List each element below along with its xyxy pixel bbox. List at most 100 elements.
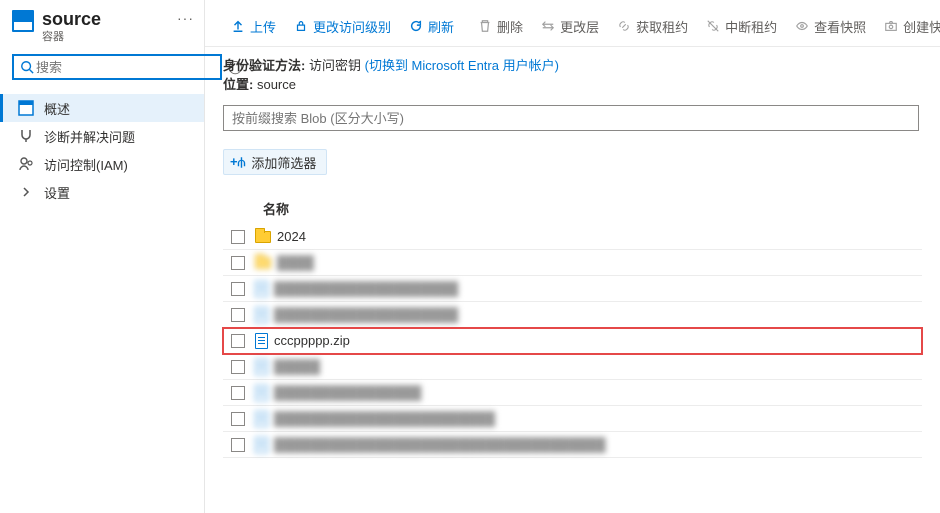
blob-prefix-input[interactable]	[223, 105, 919, 131]
sidebar-item-label: 设置	[44, 183, 70, 202]
table-row[interactable]: ████████████████	[223, 380, 922, 406]
file-item[interactable]: ████████████████████	[255, 281, 458, 297]
refresh-button[interactable]: 刷新	[401, 12, 462, 40]
lock-icon	[294, 19, 308, 33]
search-input[interactable]	[34, 59, 214, 76]
diagnose-icon	[18, 128, 34, 144]
row-checkbox[interactable]	[231, 412, 245, 426]
refresh-icon	[409, 19, 423, 33]
view-snapshot-button[interactable]: 查看快照	[787, 12, 874, 40]
table-row[interactable]: ████████████████████████	[223, 406, 922, 432]
sidebar-item-settings[interactable]: 设置	[0, 178, 204, 206]
row-checkbox[interactable]	[231, 256, 245, 270]
file-item[interactable]: █████	[255, 359, 320, 375]
table-row[interactable]: ████████████████████████████████████	[223, 432, 922, 458]
row-name: ████████████████████████████████████	[274, 437, 606, 452]
file-item[interactable]: ████████████████████████	[255, 411, 495, 427]
row-checkbox[interactable]	[231, 438, 245, 452]
change-tier-button[interactable]: 更改层	[533, 12, 607, 40]
auth-value: 访问密钥	[309, 58, 361, 73]
sidebar-search[interactable]	[12, 54, 222, 80]
row-name: ████████████████	[274, 385, 421, 400]
sidebar-item-label: 诊断并解决问题	[44, 127, 135, 146]
folder-item[interactable]: 2024	[255, 229, 306, 244]
filter-icon: +⫛	[230, 154, 245, 170]
trash-icon	[478, 19, 492, 33]
folder-icon	[255, 257, 271, 269]
file-icon	[255, 411, 268, 427]
folder-item[interactable]: ████	[255, 255, 314, 270]
search-icon	[20, 60, 34, 74]
file-item[interactable]: ████████████████████	[255, 307, 458, 323]
auth-label: 身份验证方法:	[223, 58, 305, 73]
file-icon	[255, 385, 268, 401]
file-icon	[255, 333, 268, 349]
unlink-icon	[706, 19, 720, 33]
container-icon	[12, 10, 34, 32]
auth-switch-link[interactable]: (切换到 Microsoft Entra 用户帐户)	[365, 58, 559, 73]
add-filter-button[interactable]: +⫛ 添加筛选器	[223, 149, 327, 175]
row-checkbox[interactable]	[231, 308, 245, 322]
file-item[interactable]: ████████████████████████████████████	[255, 437, 606, 453]
location-value: source	[257, 77, 296, 92]
table-row[interactable]: ████████████████████	[223, 276, 922, 302]
blade-header: source 容器 ···	[0, 6, 204, 52]
sidebar-search-row: ◯ «	[0, 52, 204, 90]
table-row[interactable]: ████	[223, 250, 922, 276]
addfilter-row: +⫛ 添加筛选器	[205, 135, 940, 181]
sidebar-item-diagnose[interactable]: 诊断并解决问题	[0, 122, 204, 150]
row-checkbox[interactable]	[231, 386, 245, 400]
header-text: source 容器	[42, 10, 101, 44]
change-access-button[interactable]: 更改访问级别	[286, 12, 399, 40]
row-checkbox[interactable]	[231, 282, 245, 296]
chevron-right-icon	[18, 184, 34, 200]
file-icon	[255, 281, 268, 297]
delete-button[interactable]: 删除	[470, 12, 531, 40]
row-name: cccppppp.zip	[274, 333, 350, 348]
row-checkbox[interactable]	[231, 334, 245, 348]
folder-icon	[255, 231, 271, 243]
create-snapshot-button[interactable]: 创建快照	[876, 12, 940, 40]
sidebar-item-overview[interactable]: 概述	[0, 94, 204, 122]
main-area: 上传 更改访问级别 刷新 删除 更改层 获取租约	[205, 0, 940, 513]
link-icon	[617, 19, 631, 33]
eye-icon	[795, 19, 809, 33]
more-button[interactable]: ···	[177, 10, 194, 26]
app-root: source 容器 ··· ◯ « 概述	[0, 0, 940, 513]
row-name: ████	[277, 255, 314, 270]
file-item[interactable]: cccppppp.zip	[255, 333, 350, 349]
blob-list: 2024████████████████████████████████████…	[205, 224, 940, 458]
file-icon	[255, 437, 268, 453]
filter-row	[205, 97, 940, 135]
row-name: ████████████████████████	[274, 411, 495, 426]
location-label: 位置:	[223, 77, 253, 92]
table-row[interactable]: █████	[223, 354, 922, 380]
iam-icon	[18, 156, 34, 172]
sidebar: source 容器 ··· ◯ « 概述	[0, 0, 205, 513]
file-item[interactable]: ████████████████	[255, 385, 421, 401]
list-header-name: 名称	[205, 181, 940, 224]
upload-button[interactable]: 上传	[223, 12, 284, 40]
sidebar-item-iam[interactable]: 访问控制(IAM)	[0, 150, 204, 178]
page-title: source	[42, 10, 101, 28]
table-row[interactable]: 2024	[223, 224, 922, 250]
table-row[interactable]: ████████████████████	[223, 302, 922, 328]
toolbar: 上传 更改访问级别 刷新 删除 更改层 获取租约	[205, 6, 940, 47]
sidebar-item-label: 概述	[44, 99, 70, 118]
row-name: ████████████████████	[274, 281, 458, 296]
row-name: 2024	[277, 229, 306, 244]
swap-icon	[541, 19, 555, 33]
table-row[interactable]: cccppppp.zip	[223, 328, 922, 354]
page-subtitle: 容器	[42, 28, 101, 44]
row-name: ████████████████████	[274, 307, 458, 322]
row-checkbox[interactable]	[231, 230, 245, 244]
upload-icon	[231, 19, 245, 33]
row-name: █████	[274, 359, 320, 374]
break-lease-button[interactable]: 中断租约	[698, 12, 785, 40]
sidebar-item-label: 访问控制(IAM)	[44, 155, 128, 174]
file-icon	[255, 307, 268, 323]
sidebar-nav: 概述 诊断并解决问题 访问控制(IAM) 设置	[0, 90, 204, 206]
acquire-lease-button[interactable]: 获取租约	[609, 12, 696, 40]
row-checkbox[interactable]	[231, 360, 245, 374]
properties: 身份验证方法: 访问密钥 (切换到 Microsoft Entra 用户帐户) …	[205, 47, 940, 97]
